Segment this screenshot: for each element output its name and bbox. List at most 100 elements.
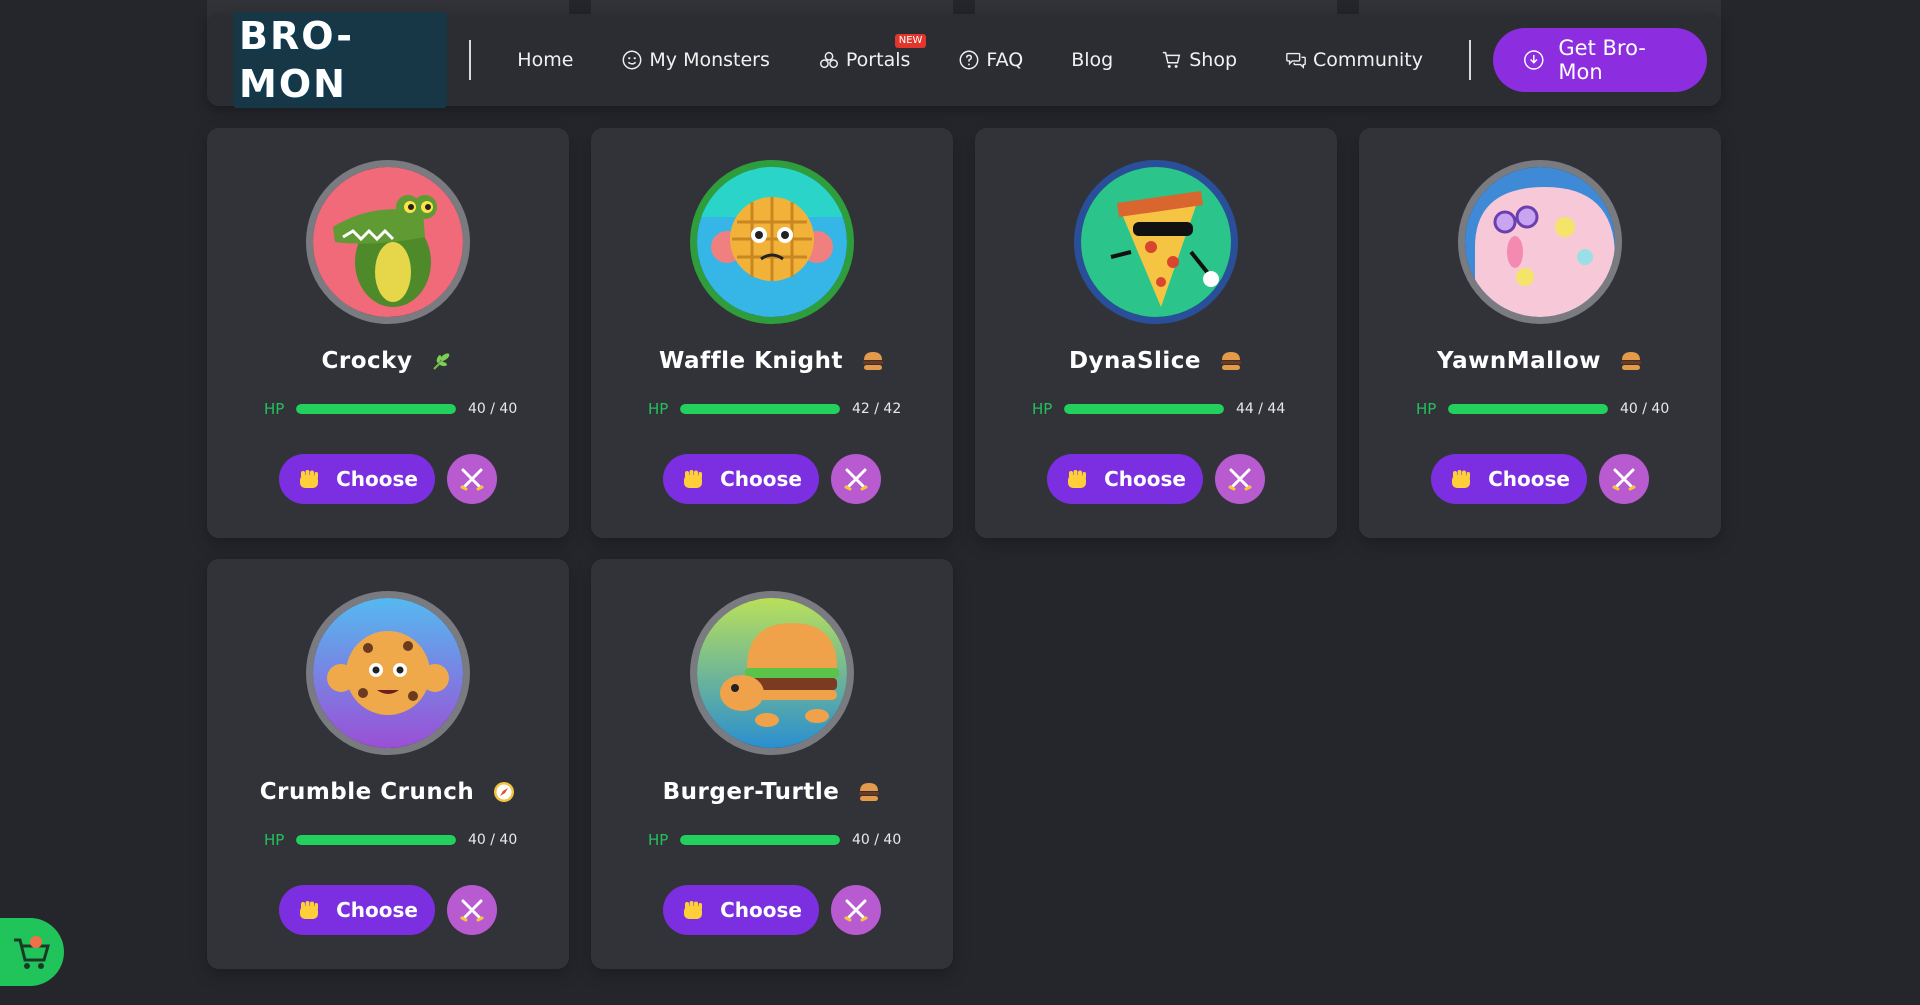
monster-name: Crumble Crunch: [259, 779, 475, 805]
hp-value: 40 / 40: [852, 832, 902, 848]
shopping-cart-icon: [14, 936, 50, 969]
hp-row: HP 40 / 40: [264, 400, 517, 418]
chat-icon: [1286, 52, 1306, 69]
hp-label: HP: [648, 831, 669, 849]
choose-button[interactable]: Choose: [279, 885, 435, 935]
hp-label: HP: [1032, 400, 1053, 418]
nav-item-label: Shop: [1189, 49, 1238, 71]
crossed-swords-icon: [1612, 468, 1636, 491]
choose-button[interactable]: Choose: [1431, 454, 1587, 504]
fist-icon: [684, 470, 703, 488]
nav-item-shop[interactable]: Shop: [1137, 40, 1261, 80]
hp-label: HP: [1416, 400, 1437, 418]
crossed-swords-icon: [460, 899, 484, 922]
nav-item-my-monsters[interactable]: My Monsters: [597, 40, 794, 80]
nav-item-portals[interactable]: Portals NEW: [794, 34, 935, 80]
waffle-image: [697, 167, 847, 317]
nav-item-label: FAQ: [986, 49, 1024, 71]
marshmallow-image: [1465, 167, 1615, 317]
monster-avatar: [306, 591, 470, 755]
card-actions: Choose: [279, 454, 497, 504]
battle-button[interactable]: [1599, 454, 1649, 504]
smiley-icon: [622, 50, 642, 70]
battle-button[interactable]: [447, 885, 497, 935]
compass-icon: [494, 782, 515, 802]
hp-bar: [680, 835, 840, 845]
choose-button[interactable]: Choose: [279, 454, 435, 504]
question-icon: [959, 50, 979, 70]
nav-item-blog[interactable]: Blog: [1047, 40, 1137, 80]
nav-item-community[interactable]: Community: [1261, 40, 1447, 80]
nav-menu: Home My Monsters Portals NEW FAQ Blog Sh…: [493, 34, 1447, 80]
choose-label: Choose: [336, 467, 418, 491]
hp-bar: [296, 835, 456, 845]
nav-item-label: My Monsters: [649, 49, 770, 71]
burger-icon: [1221, 352, 1242, 370]
monster-avatar: [1458, 160, 1622, 324]
hp-fill: [680, 835, 840, 845]
hp-value: 44 / 44: [1236, 401, 1286, 417]
crossed-swords-icon: [844, 468, 868, 491]
burger-icon: [1620, 352, 1641, 370]
monster-name: DynaSlice: [1068, 348, 1202, 374]
monster-name-row: Crumble Crunch: [207, 779, 569, 805]
monster-name-row: Crocky: [207, 348, 569, 374]
hp-bar: [1064, 404, 1224, 414]
crossed-swords-icon: [844, 899, 868, 922]
page: BRO-MON Home My Monsters Portals NEW FAQ…: [0, 0, 1920, 1005]
hp-value: 40 / 40: [468, 832, 518, 848]
monster-name-row: Burger-Turtle: [591, 779, 953, 805]
new-badge: NEW: [894, 34, 927, 48]
hp-value: 42 / 42: [852, 401, 902, 417]
hp-row: HP 44 / 44: [1032, 400, 1285, 418]
floating-cart-button[interactable]: [0, 918, 64, 986]
nav-item-home[interactable]: Home: [493, 40, 597, 80]
burger-icon: [863, 352, 883, 370]
choose-button[interactable]: Choose: [663, 454, 819, 504]
fist-icon: [684, 901, 703, 919]
monster-avatar: [306, 160, 470, 324]
nav-item-label: Blog: [1071, 49, 1114, 71]
battle-button[interactable]: [1215, 454, 1265, 504]
battle-button[interactable]: [447, 454, 497, 504]
get-bromon-button[interactable]: Get Bro-Mon: [1492, 28, 1707, 92]
portal-icon: [819, 51, 838, 69]
hp-value: 40 / 40: [468, 401, 518, 417]
monster-card: Waffle Knight HP 42 / 42 Choose: [591, 128, 953, 538]
hp-bar: [296, 404, 456, 414]
nav-item-label: Home: [517, 49, 574, 71]
brand-logo[interactable]: BRO-MON: [233, 12, 448, 108]
hp-bar: [680, 404, 840, 414]
monster-card: Crocky HP 40 / 40 Choose: [207, 128, 569, 538]
monster-avatar: [1074, 160, 1238, 324]
nav-divider: [469, 40, 472, 80]
monster-name: Crocky: [321, 348, 413, 374]
battle-button[interactable]: [831, 454, 881, 504]
monster-avatar: [690, 160, 854, 324]
card-actions: Choose: [279, 885, 497, 935]
hp-row: HP 40 / 40: [1416, 400, 1669, 418]
monster-card: DynaSlice HP 44 / 44 Choose: [975, 128, 1337, 538]
cta-label: Get Bro-Mon: [1558, 36, 1646, 84]
pizza-slice-image: [1081, 167, 1231, 317]
fist-icon: [1452, 470, 1471, 488]
choose-button[interactable]: Choose: [1047, 454, 1203, 504]
monster-card: Crumble Crunch HP 40 / 40 Choose: [207, 559, 569, 969]
hp-value: 40 / 40: [1620, 401, 1670, 417]
hp-row: HP 40 / 40: [264, 831, 517, 849]
battle-button[interactable]: [831, 885, 881, 935]
hp-row: HP 42 / 42: [648, 400, 901, 418]
nav-item-faq[interactable]: FAQ: [934, 40, 1047, 80]
monster-card: Burger-Turtle HP 40 / 40 Choose: [591, 559, 953, 969]
choose-button[interactable]: Choose: [663, 885, 819, 935]
fist-icon: [300, 901, 319, 919]
card-actions: Choose: [1431, 454, 1649, 504]
hp-bar: [1448, 404, 1608, 414]
choose-label: Choose: [1104, 467, 1186, 491]
monster-name-row: YawnMallow: [1359, 348, 1721, 374]
crossed-swords-icon: [460, 468, 484, 491]
nav-item-label: Community: [1313, 49, 1423, 71]
choose-label: Choose: [720, 898, 802, 922]
hp-fill: [296, 404, 456, 414]
monster-avatar: [690, 591, 854, 755]
